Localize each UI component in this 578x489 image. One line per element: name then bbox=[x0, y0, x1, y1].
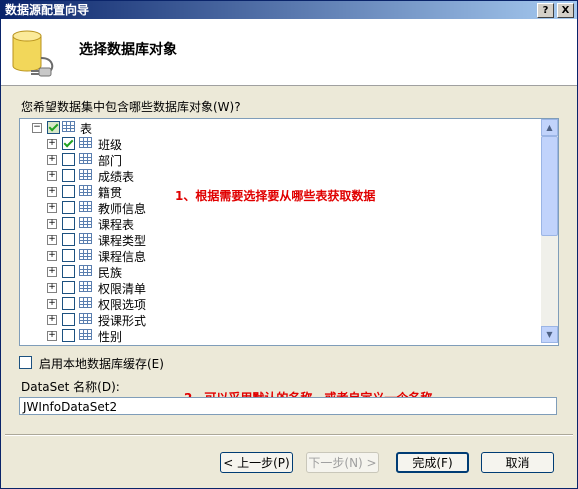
database-objects-tree[interactable]: − 表 + 班级 + 部门 + 成绩表 + 籍贯 + 教师信息 + 课程表 + 课程类型 + 课程信息 + 民族 +… bbox=[19, 118, 559, 346]
table-checkbox[interactable] bbox=[62, 153, 75, 166]
table-icon bbox=[79, 169, 92, 180]
finish-button[interactable]: 完成(F) bbox=[396, 452, 469, 473]
table-icon bbox=[79, 249, 92, 260]
scroll-thumb[interactable] bbox=[541, 136, 558, 236]
expand-icon[interactable]: + bbox=[47, 139, 57, 149]
expand-icon[interactable]: + bbox=[47, 299, 57, 309]
table-checkbox[interactable] bbox=[62, 137, 75, 150]
page-title: 选择数据库对象 bbox=[79, 42, 177, 58]
tree-viewport: − 表 + 班级 + 部门 + 成绩表 + 籍贯 + 教师信息 + 课程表 + 课程类型 + 课程信息 + 民族 +… bbox=[20, 119, 541, 343]
table-icon bbox=[79, 233, 92, 244]
tree-root-tables[interactable]: − 表 bbox=[20, 119, 541, 136]
dataset-name-label: DataSet 名称(D): bbox=[21, 380, 120, 394]
tree-item[interactable]: + 班级 bbox=[20, 135, 541, 152]
table-icon bbox=[79, 265, 92, 276]
table-checkbox[interactable] bbox=[62, 329, 75, 342]
cache-label: 启用本地数据库缓存(E) bbox=[39, 357, 164, 371]
expand-icon[interactable]: + bbox=[47, 203, 57, 213]
expand-icon[interactable]: + bbox=[47, 235, 57, 245]
tree-scrollbar[interactable]: ▲ ▼ bbox=[541, 119, 558, 343]
expand-icon[interactable]: + bbox=[47, 155, 57, 165]
cancel-button[interactable]: 取消 bbox=[481, 452, 554, 473]
table-folder-icon bbox=[62, 121, 75, 132]
table-checkbox[interactable] bbox=[62, 249, 75, 262]
scroll-up-icon[interactable]: ▲ bbox=[541, 119, 558, 136]
previous-button[interactable]: < 上一步(P) bbox=[220, 452, 293, 473]
table-checkbox[interactable] bbox=[62, 217, 75, 230]
tree-item[interactable]: + 权限选项 bbox=[20, 295, 541, 312]
objects-prompt: 您希望数据集中包含哪些数据库对象(W)? bbox=[21, 100, 241, 114]
table-icon bbox=[79, 153, 92, 164]
tree-item[interactable]: + 部门 bbox=[20, 151, 541, 168]
expand-icon[interactable]: + bbox=[47, 331, 57, 341]
annotation-select-tables: 1、根据需要选择要从哪些表获取数据 bbox=[175, 189, 376, 203]
expand-icon[interactable]: + bbox=[47, 187, 57, 197]
tree-item-label: 性别 bbox=[98, 330, 123, 343]
table-icon bbox=[79, 297, 92, 308]
next-button[interactable]: 下一步(N) > bbox=[306, 452, 379, 473]
table-checkbox[interactable] bbox=[62, 169, 75, 182]
tree-item[interactable]: + 课程表 bbox=[20, 215, 541, 232]
table-icon bbox=[79, 329, 92, 340]
table-icon bbox=[79, 313, 92, 324]
expand-icon[interactable]: + bbox=[47, 219, 57, 229]
table-checkbox[interactable] bbox=[62, 297, 75, 310]
tree-item[interactable]: + 课程信息 bbox=[20, 247, 541, 264]
separator bbox=[5, 434, 573, 436]
close-button[interactable]: X bbox=[557, 3, 574, 18]
table-checkbox[interactable] bbox=[62, 265, 75, 278]
table-icon bbox=[79, 185, 92, 196]
table-checkbox[interactable] bbox=[62, 185, 75, 198]
cache-checkbox[interactable] bbox=[19, 356, 32, 369]
database-plug-icon bbox=[12, 30, 54, 77]
tree-item[interactable]: + 成绩表 bbox=[20, 167, 541, 184]
tree-item[interactable]: + 授课形式 bbox=[20, 311, 541, 328]
help-button[interactable]: ? bbox=[537, 3, 554, 18]
collapse-icon[interactable]: − bbox=[32, 123, 42, 133]
table-checkbox[interactable] bbox=[62, 281, 75, 294]
tree-item[interactable]: + 性别 bbox=[20, 327, 541, 343]
expand-icon[interactable]: + bbox=[47, 267, 57, 277]
wizard-window: 数据源配置向导 ? X 选择数据库对象 您希望数据集中包含哪些数据库对象(W)?… bbox=[0, 0, 578, 489]
expand-icon[interactable]: + bbox=[47, 171, 57, 181]
expand-icon[interactable]: + bbox=[47, 251, 57, 261]
table-icon bbox=[79, 201, 92, 212]
scroll-down-icon[interactable]: ▼ bbox=[541, 326, 558, 343]
wizard-header: 选择数据库对象 bbox=[1, 19, 577, 86]
expand-icon[interactable]: + bbox=[47, 283, 57, 293]
dataset-name-input[interactable]: JWInfoDataSet2 bbox=[19, 397, 557, 415]
table-icon bbox=[79, 217, 92, 228]
root-checkbox[interactable] bbox=[47, 121, 60, 134]
table-checkbox[interactable] bbox=[62, 313, 75, 326]
expand-icon[interactable]: + bbox=[47, 315, 57, 325]
table-icon bbox=[79, 137, 92, 148]
tree-item[interactable]: + 课程类型 bbox=[20, 231, 541, 248]
table-icon bbox=[79, 281, 92, 292]
tree-item[interactable]: + 民族 bbox=[20, 263, 541, 280]
tree-item[interactable]: + 权限清单 bbox=[20, 279, 541, 296]
table-checkbox[interactable] bbox=[62, 201, 75, 214]
window-title: 数据源配置向导 bbox=[5, 3, 90, 17]
title-bar: 数据源配置向导 ? X bbox=[1, 1, 577, 19]
table-checkbox[interactable] bbox=[62, 233, 75, 246]
